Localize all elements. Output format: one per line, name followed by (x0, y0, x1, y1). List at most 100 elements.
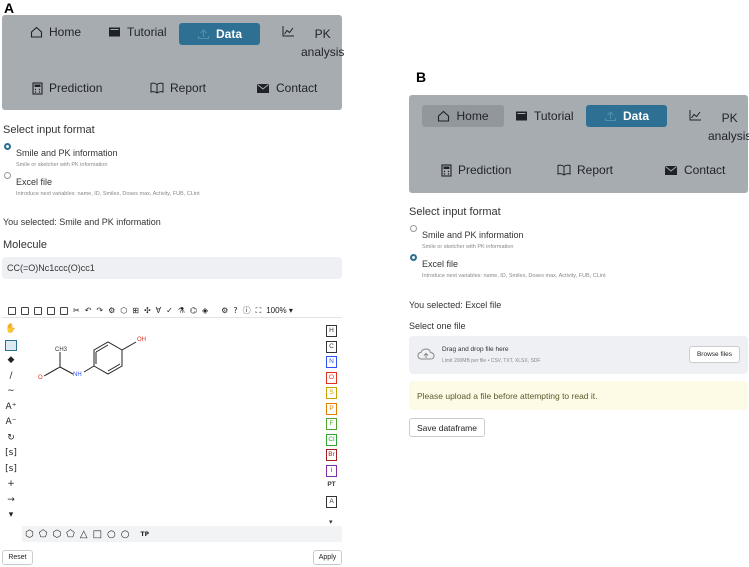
label-o: O (38, 375, 43, 381)
mail-icon (257, 83, 269, 93)
rotate-tool-icon[interactable]: ↻ (4, 433, 18, 443)
nav-home-label: Home (49, 25, 82, 39)
nav-b-report[interactable]: Report (557, 163, 613, 177)
dearomatize-icon[interactable]: ⬡ (120, 306, 127, 315)
nav-report[interactable]: Report (150, 81, 206, 95)
cyclopentane-icon[interactable]: ⬠ (66, 529, 75, 540)
nav-data[interactable]: Data (179, 23, 260, 45)
element-button-h[interactable]: H (326, 325, 337, 337)
smiles-input[interactable]: CC(=O)Nc1ccc(O)cc1 (2, 257, 342, 279)
cut-icon[interactable]: ✂ (73, 306, 80, 315)
rgroup-icon[interactable]: [s] (4, 464, 18, 474)
bond-tool-icon[interactable]: ∕ (4, 371, 18, 381)
nav-data-label: Data (215, 27, 242, 41)
chain-tool-icon[interactable]: ∼ (4, 386, 18, 396)
cyclobutane-icon[interactable]: □ (93, 529, 102, 540)
upload-warning: Please upload a file before attempting t… (409, 381, 748, 410)
nav-b-data[interactable]: Data (586, 105, 667, 127)
cycloheptane-icon[interactable]: ○ (107, 529, 116, 540)
selected-tool-highlight (5, 340, 17, 351)
info-icon[interactable]: ⓘ (243, 305, 251, 316)
stereo-icon[interactable]: ⌬ (190, 306, 197, 315)
cyclopentadiene-icon[interactable]: ⬠ (39, 529, 48, 540)
panel-a-option-excel[interactable]: Excel file Introduce next variables: nam… (4, 170, 200, 197)
line-chart-icon (282, 26, 294, 37)
panel-b-option-smile[interactable]: Smile and PK information Smile or sketch… (410, 223, 524, 250)
benzene-icon[interactable]: ⬡ (25, 529, 34, 540)
element-button-pt[interactable]: PT (326, 480, 337, 492)
charge-minus-icon[interactable]: A⁻ (4, 417, 18, 427)
element-button-f[interactable]: F (326, 418, 337, 430)
nav-pk-line2: analysis (301, 45, 345, 59)
scroll-down-icon[interactable]: ▾ (329, 518, 333, 526)
cyclopropane-icon[interactable]: △ (80, 529, 88, 540)
element-button-c[interactable]: C (326, 340, 337, 353)
element-button-n[interactable]: N (326, 356, 337, 368)
panel-a-select-format-title: Select input format (3, 124, 95, 136)
nav-prediction-label: Prediction (49, 81, 103, 95)
paste-icon[interactable] (60, 306, 68, 315)
3d-icon[interactable]: ◈ (202, 306, 208, 315)
nav-contact[interactable]: Contact (256, 81, 317, 95)
nav-prediction[interactable]: Prediction (32, 81, 102, 95)
element-button-a[interactable]: A (326, 495, 337, 508)
element-button-s[interactable]: S (326, 387, 337, 399)
element-button-p[interactable]: P (326, 402, 337, 415)
panel-b-option-excel[interactable]: Excel file Introduce next variables: nam… (410, 252, 606, 279)
plus-icon[interactable]: + (4, 479, 18, 489)
nav-tutorial[interactable]: Tutorial (108, 25, 167, 39)
cyclooctane-icon[interactable]: ○ (121, 529, 130, 540)
element-button-br[interactable]: Br (326, 449, 337, 461)
hand-tool-icon[interactable]: ✋ (4, 324, 18, 334)
nav-pk-analysis[interactable]: PK analysis (282, 25, 344, 61)
charge-plus-icon[interactable]: A⁺ (4, 402, 18, 412)
clean-icon[interactable]: ✣ (144, 306, 151, 315)
new-file-icon[interactable] (8, 306, 16, 315)
option-smile-label: Smile and PK information (16, 148, 118, 158)
upload-icon (197, 29, 210, 40)
help-icon[interactable]: ? (233, 306, 237, 315)
panel-a-option-smile[interactable]: Smile and PK information Smile or sketch… (4, 141, 118, 168)
home-icon (30, 26, 43, 38)
layout-icon[interactable]: ⊞ (132, 306, 139, 315)
apply-button[interactable]: Apply (313, 550, 342, 565)
label-nh: NH (73, 372, 82, 378)
fullscreen-icon[interactable]: ⛶ (256, 306, 262, 316)
nav-b-pk-analysis[interactable]: PK analysis (689, 109, 749, 145)
sketcher-top-toolbar: ✂ ↶ ↷ ⚙ ⬡ ⊞ ✣ ∀ ✓ ⚗ ⌬ ◈ ⚙ ? ⓘ ⛶ 100% ▾ (8, 305, 293, 316)
element-button-i[interactable]: I (326, 464, 337, 477)
sgroup-icon[interactable]: [s] (4, 448, 18, 458)
zoom-select[interactable]: 100% ▾ (266, 306, 293, 315)
nav-b-contact[interactable]: Contact (664, 163, 725, 177)
panel-b-label: B (416, 69, 427, 85)
nav-b-pk-line1: PK (721, 111, 738, 125)
save-dataframe-button[interactable]: Save dataframe (409, 418, 485, 437)
nav-home[interactable]: Home (30, 25, 81, 39)
file-dropzone[interactable]: Drag and drop file here Limit 200MB per … (409, 336, 748, 374)
settings-icon[interactable]: ⚙ (221, 306, 228, 315)
open-file-icon[interactable] (21, 306, 29, 315)
cyclohexane-icon[interactable]: ⬡ (52, 529, 61, 540)
save-icon[interactable] (34, 306, 42, 315)
element-button-cl[interactable]: Cl (326, 433, 337, 446)
aromatize-icon[interactable]: ⚙ (108, 306, 115, 315)
eraser-icon[interactable]: ◆ (4, 355, 18, 365)
reset-button[interactable]: Reset (2, 550, 33, 565)
check-icon[interactable]: ✓ (166, 306, 173, 315)
element-button-o[interactable]: O (326, 371, 337, 384)
browse-files-button[interactable]: Browse files (689, 346, 740, 363)
option-excel-sub: Introduce next variables: name, ID, Smil… (16, 191, 200, 197)
nav-b-tutorial[interactable]: Tutorial (515, 109, 574, 123)
template-library-icon[interactable]: TP (141, 531, 150, 538)
nav-b-report-label: Report (577, 163, 614, 177)
scroll-down-icon[interactable]: ▾ (4, 510, 18, 520)
copy-icon[interactable] (47, 306, 55, 315)
analyse-icon[interactable]: ⚗ (178, 306, 185, 315)
undo-icon[interactable]: ↶ (85, 306, 92, 315)
arrow-icon[interactable]: → (4, 495, 18, 505)
nav-b-home[interactable]: Home (422, 105, 504, 127)
calculate-icon[interactable]: ∀ (156, 306, 161, 315)
redo-icon[interactable]: ↷ (96, 306, 103, 315)
radio-selected-icon (410, 254, 417, 261)
nav-b-prediction[interactable]: Prediction (441, 163, 511, 177)
